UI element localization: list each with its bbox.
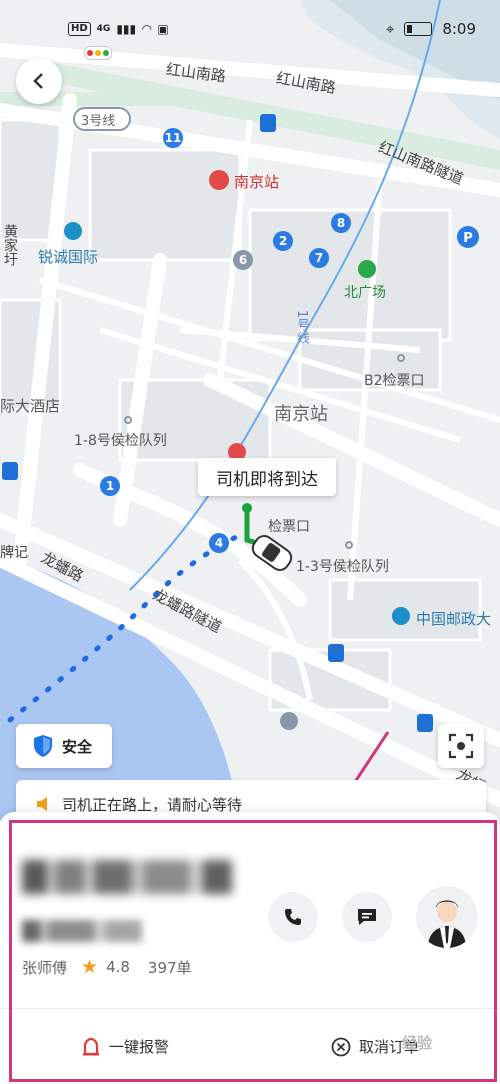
call-button[interactable] [268, 892, 318, 942]
svg-text:2: 2 [279, 234, 287, 248]
message-button[interactable] [342, 892, 392, 942]
status-left: HD 4G ▮▮▮ ◠ ▣ [68, 22, 169, 36]
svg-text:7: 7 [315, 251, 323, 265]
message-icon [358, 909, 376, 925]
star-icon: ★ [81, 956, 99, 978]
scan-focus-icon [448, 733, 474, 759]
chevron-left-icon [33, 73, 43, 89]
status-right: ⌖ 8:09 [386, 20, 476, 38]
station-icon [209, 170, 229, 190]
svg-text:1: 1 [106, 479, 114, 493]
network-label: 4G [96, 24, 111, 34]
back-button[interactable] [16, 58, 62, 104]
signal-icon: ▮▮▮ [116, 22, 137, 36]
driver-rating: 4.8 [106, 958, 130, 976]
driver-avatar[interactable] [416, 886, 478, 948]
recenter-button[interactable] [438, 724, 484, 768]
safety-label: 安全 [62, 737, 93, 756]
location-icon: ⌖ [385, 20, 395, 38]
traffic-light-icon [84, 46, 112, 60]
wifi-icon: ◠ [142, 22, 152, 36]
shield-icon [34, 735, 52, 757]
hd-badge: HD [68, 22, 91, 36]
svg-text:8: 8 [337, 216, 345, 230]
phone-icon [285, 909, 301, 925]
driver-name: 张师傅 [22, 958, 68, 977]
svg-text:6: 6 [239, 253, 247, 267]
eta-bubble: 司机即将到达 [198, 458, 336, 496]
status-bar: HD 4G ▮▮▮ ◠ ▣ ⌖ 8:09 [0, 0, 500, 60]
car-model-redacted [22, 920, 142, 942]
app-icon: ▣ [157, 22, 169, 36]
safety-button[interactable]: 安全 [16, 724, 112, 768]
svg-text:11: 11 [165, 131, 182, 145]
cancel-order-button[interactable]: 取消订单 [250, 1009, 500, 1084]
battery-icon [404, 22, 433, 36]
alarm-label: 一键报警 [108, 1038, 169, 1056]
svg-text:P: P [463, 231, 473, 246]
driver-orders: 397单 [147, 958, 192, 977]
watermark: 经验 [402, 1034, 433, 1052]
close-circle-icon [331, 1037, 351, 1056]
license-plate-redacted [22, 860, 232, 894]
driver-avatar-icon [427, 900, 467, 948]
clock: 8:09 [442, 20, 476, 38]
svg-text:4: 4 [215, 536, 223, 550]
speaker-icon [37, 797, 47, 811]
driver-info: 张师傅 ★ 4.8 397单 [22, 956, 192, 978]
emergency-alarm-button[interactable]: 一键报警 [0, 1009, 250, 1084]
alarm-bell-icon [82, 1037, 99, 1055]
